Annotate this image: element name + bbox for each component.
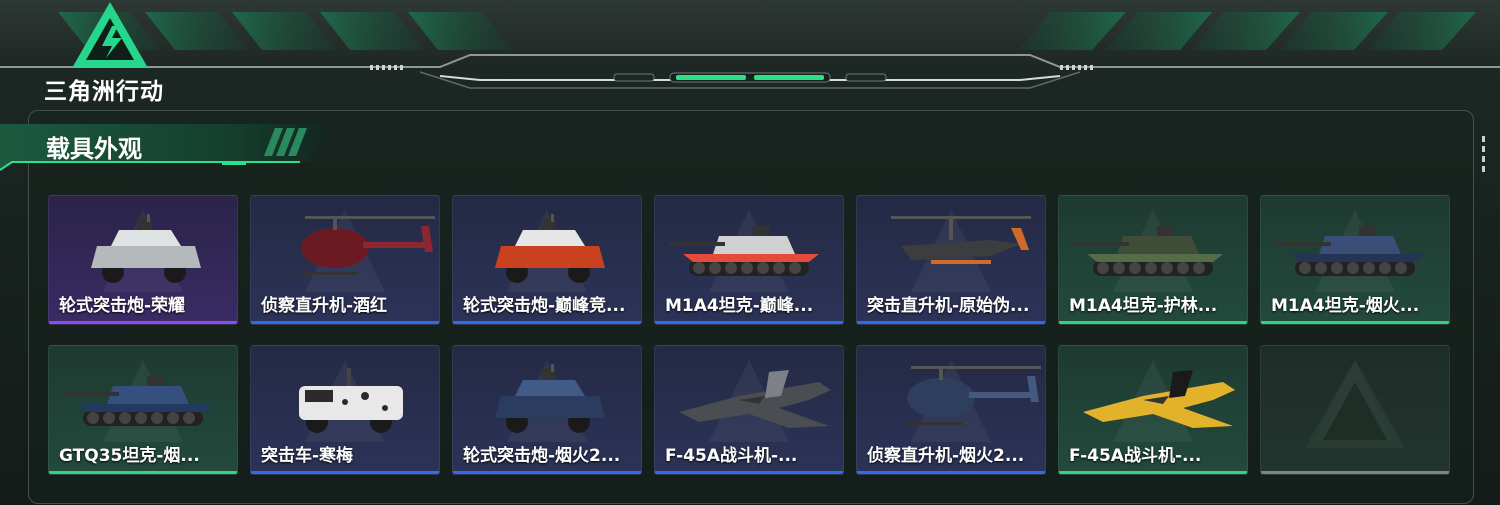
vehicle-skin-card[interactable]: 突击车-寒梅 bbox=[250, 345, 440, 475]
vehicle-skin-label: 侦察直升机-酒红 bbox=[261, 296, 388, 316]
attack-helicopter-icon bbox=[891, 216, 1031, 264]
vehicle-skin-label: GTQ35坦克-烟... bbox=[59, 446, 200, 466]
rarity-bar bbox=[49, 471, 237, 474]
vehicle-skin-card[interactable]: 突击直升机-原始伪... bbox=[856, 195, 1046, 325]
rarity-bar bbox=[655, 321, 843, 324]
placeholder-logo-icon bbox=[1305, 360, 1405, 448]
rarity-bar bbox=[1059, 321, 1247, 324]
vehicle-skin-label: M1A4坦克-巅峰... bbox=[665, 296, 814, 316]
tank-icon bbox=[1073, 226, 1223, 276]
rarity-bar bbox=[1059, 471, 1247, 474]
vehicle-skin-label: M1A4坦克-烟火... bbox=[1271, 296, 1420, 316]
vehicle-skin-card[interactable]: 侦察直升机-酒红 bbox=[250, 195, 440, 325]
vehicle-skin-label: 突击车-寒梅 bbox=[261, 446, 354, 466]
vehicle-skin-card[interactable]: 轮式突击炮-荣耀 bbox=[48, 195, 238, 325]
header-decoration bbox=[0, 0, 1500, 89]
rarity-bar bbox=[655, 471, 843, 474]
fighter-jet-icon bbox=[1083, 370, 1235, 428]
armored-car-icon bbox=[495, 214, 605, 283]
rarity-bar bbox=[453, 471, 641, 474]
vehicle-skin-label: F-45A战斗机-... bbox=[665, 446, 798, 466]
armored-car-icon bbox=[91, 214, 201, 283]
vehicle-skin-card[interactable]: M1A4坦克-巅峰... bbox=[654, 195, 844, 325]
rarity-bar bbox=[857, 321, 1045, 324]
vehicle-skin-label: 轮式突击炮-烟火2... bbox=[463, 446, 621, 466]
vehicle-skin-card[interactable]: M1A4坦克-护林... bbox=[1058, 195, 1248, 325]
rarity-bar bbox=[857, 471, 1045, 474]
helicopter-icon bbox=[907, 366, 1041, 425]
tank-icon bbox=[63, 376, 213, 426]
vehicle-skin-label: 突击直升机-原始伪... bbox=[867, 296, 1030, 316]
helicopter-icon bbox=[301, 216, 435, 275]
fighter-jet-icon bbox=[679, 370, 831, 428]
vehicle-skin-card[interactable]: M1A4坦克-烟火... bbox=[1260, 195, 1450, 325]
vehicle-skin-label: M1A4坦克-护林... bbox=[1069, 296, 1218, 316]
tank-icon bbox=[1275, 226, 1425, 276]
vehicle-skin-card[interactable]: 侦察直升机-烟火2... bbox=[856, 345, 1046, 475]
rarity-bar bbox=[251, 471, 439, 474]
vehicle-skin-label: 轮式突击炮-荣耀 bbox=[59, 296, 186, 316]
tank-icon bbox=[669, 226, 819, 276]
vehicle-skin-label: 侦察直升机-烟火2... bbox=[867, 446, 1025, 466]
header-bar: 三角洲行动 bbox=[0, 0, 1500, 105]
rarity-bar bbox=[49, 321, 237, 324]
vehicle-skin-card[interactable]: F-45A战斗机-... bbox=[654, 345, 844, 475]
panel-scroll-indicator[interactable] bbox=[1482, 136, 1488, 176]
rarity-bar bbox=[453, 321, 641, 324]
vehicle-skin-card[interactable]: F-45A战斗机-... bbox=[1058, 345, 1248, 475]
assault-vehicle-icon bbox=[299, 368, 403, 433]
armored-car-icon bbox=[495, 364, 605, 433]
logo-text: 三角洲行动 bbox=[44, 79, 164, 105]
vehicle-skin-card[interactable]: 轮式突击炮-烟火2... bbox=[452, 345, 642, 475]
vehicle-skin-card[interactable]: GTQ35坦克-烟... bbox=[48, 345, 238, 475]
rarity-bar bbox=[251, 321, 439, 324]
section-title: 载具外观 bbox=[46, 135, 142, 163]
vehicle-skin-card[interactable]: 轮式突击炮-巅峰竞... bbox=[452, 195, 642, 325]
vehicle-skin-label: 轮式突击炮-巅峰竞... bbox=[463, 296, 626, 316]
empty-skin-slot[interactable] bbox=[1260, 345, 1450, 475]
rarity-bar bbox=[1261, 321, 1449, 324]
rarity-bar bbox=[1261, 471, 1449, 474]
vehicle-skin-label: F-45A战斗机-... bbox=[1069, 446, 1202, 466]
